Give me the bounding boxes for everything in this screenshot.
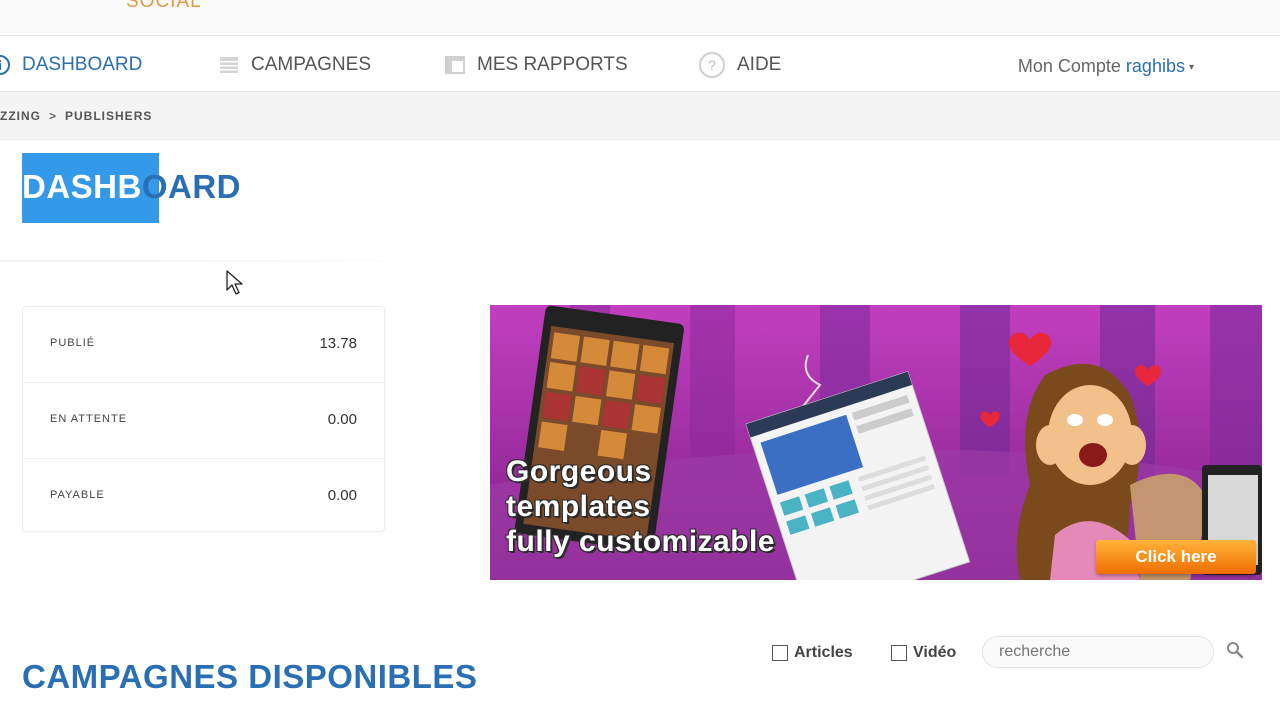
articles-checkbox[interactable]: [772, 645, 788, 661]
chevron-down-icon: ▾: [1188, 61, 1194, 73]
stat-label: PAYABLE: [50, 489, 105, 501]
breadcrumb-item-current: PUBLISHERS: [65, 109, 153, 123]
nav-campagnes[interactable]: CAMPAGNES: [219, 53, 371, 77]
info-icon: [0, 55, 10, 75]
stat-row-en-attente: EN ATTENTE 0.00: [23, 383, 384, 459]
app-window: SOCIAL DASHBOARD CAMPAGNES MES RAPPORTS …: [0, 0, 1280, 720]
logo-strip: SOCIAL: [0, 0, 1280, 36]
stat-label: EN ATTENTE: [50, 413, 128, 425]
title-divider: [0, 260, 450, 262]
page-title-rest: OARD: [141, 168, 242, 205]
stat-row-publie: PUBLIÉ 13.78: [23, 307, 384, 383]
filter-articles-label: Articles: [794, 644, 853, 661]
breadcrumb-item-home[interactable]: ZZING: [0, 109, 41, 123]
filter-articles[interactable]: Articles: [772, 644, 853, 662]
nav-mes-rapports-label: MES RAPPORTS: [477, 54, 628, 75]
video-checkbox[interactable]: [891, 645, 907, 661]
breadcrumb: ZZING > PUBLISHERS: [0, 109, 152, 123]
nav-aide[interactable]: ? AIDE: [699, 52, 782, 78]
banner-click-here-button[interactable]: Click here: [1096, 540, 1256, 574]
list-icon: [220, 57, 238, 73]
section-title-campagnes: CAMPAGNES DISPONIBLES: [22, 658, 478, 695]
filter-video-label: Vidéo: [913, 644, 957, 661]
nav-mes-rapports[interactable]: MES RAPPORTS: [445, 53, 628, 77]
banner-line-2: templates: [506, 490, 651, 523]
nav-aide-label: AIDE: [737, 54, 782, 75]
promo-banner[interactable]: Gorgeous templates fully customizable Cl…: [490, 305, 1262, 580]
search-input[interactable]: [982, 636, 1214, 668]
filter-video[interactable]: Vidéo: [891, 644, 956, 662]
stat-value: 0.00: [327, 487, 357, 504]
page-title-selected: DASHB: [22, 168, 142, 205]
nav-campagnes-label: CAMPAGNES: [251, 54, 372, 75]
stat-value: 0.00: [327, 411, 357, 428]
stat-row-payable: PAYABLE 0.00: [23, 459, 384, 535]
banner-line-1: Gorgeous: [506, 455, 652, 488]
report-icon: [445, 56, 465, 74]
earnings-summary: PUBLIÉ 13.78 EN ATTENTE 0.00 PAYABLE 0.0…: [22, 306, 385, 532]
logo-text: SOCIAL: [126, 0, 202, 12]
nav-dashboard-label: DASHBOARD: [22, 54, 143, 75]
nav-dashboard[interactable]: DASHBOARD: [0, 53, 142, 77]
breadcrumb-separator: >: [49, 109, 58, 123]
breadcrumb-bar: ZZING > PUBLISHERS: [0, 92, 1280, 140]
account-menu[interactable]: Mon Compte raghibs ▾: [1018, 56, 1194, 77]
help-icon: ?: [699, 52, 725, 78]
stat-value: 13.78: [319, 335, 357, 352]
main-nav: DASHBOARD CAMPAGNES MES RAPPORTS ? AIDE …: [0, 37, 1280, 92]
banner-line-3: fully customizable: [506, 525, 776, 558]
mouse-cursor-icon: [226, 270, 243, 295]
search-icon[interactable]: [1226, 641, 1244, 659]
svg-text:?: ?: [708, 57, 716, 73]
account-prefix: Mon Compte: [1017, 56, 1121, 76]
stat-label: PUBLIÉ: [50, 337, 96, 349]
account-username: raghibs: [1125, 56, 1185, 76]
page-title: DASHBOARD: [22, 152, 241, 222]
